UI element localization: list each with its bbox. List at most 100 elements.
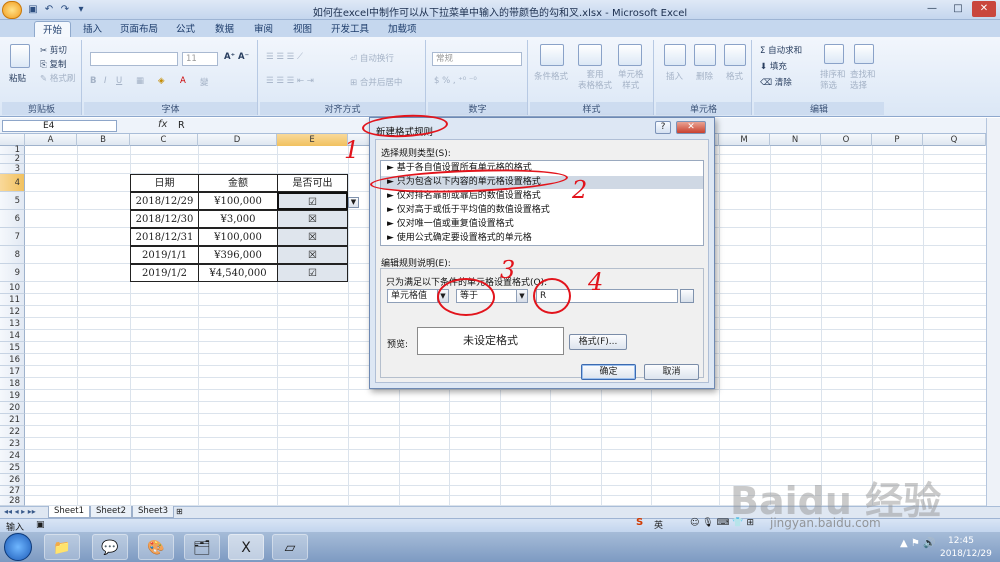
row-header-16[interactable]: 16 xyxy=(0,354,25,366)
table-cell[interactable]: 2019/1/2 xyxy=(130,264,199,282)
row-header-4[interactable]: 4 xyxy=(0,174,25,192)
tab-developer[interactable]: 开发工具 xyxy=(323,21,377,38)
tab-addins[interactable]: 加载项 xyxy=(380,21,425,38)
table-format-button[interactable]: 套用 表格格式 xyxy=(578,70,612,92)
row-header-17[interactable]: 17 xyxy=(0,366,25,378)
quick-access-menu-icon[interactable]: ▾ xyxy=(74,3,88,17)
dialog-help-button[interactable]: ? xyxy=(655,121,671,134)
row-header-5[interactable]: 5 xyxy=(0,192,25,210)
phonetic-icon[interactable]: 變 xyxy=(200,76,209,88)
tab-formulas[interactable]: 公式 xyxy=(168,21,203,38)
column-header-c[interactable]: C xyxy=(130,134,198,146)
row-header-3[interactable]: 3 xyxy=(0,164,25,174)
format-cells-button[interactable]: 格式 xyxy=(726,70,743,82)
table-cell[interactable]: 2019/1/1 xyxy=(130,246,199,264)
tab-view[interactable]: 视图 xyxy=(285,21,320,38)
grow-font-icon[interactable]: A⁺ A⁻ xyxy=(224,52,249,62)
table-cell[interactable]: ¥396,000 xyxy=(198,246,278,264)
sheet-tab-3[interactable]: Sheet3 xyxy=(132,506,174,518)
row-header-24[interactable]: 24 xyxy=(0,450,25,462)
row-header-22[interactable]: 22 xyxy=(0,426,25,438)
row-header-15[interactable]: 15 xyxy=(0,342,25,354)
cut-button[interactable]: ✂ 剪切 xyxy=(40,44,67,56)
header-can-out[interactable]: 是否可出 xyxy=(277,174,348,192)
sort-filter-button[interactable]: 排序和 筛选 xyxy=(820,70,846,92)
row-header-21[interactable]: 21 xyxy=(0,414,25,426)
macro-record-icon[interactable]: ▣ xyxy=(36,520,45,530)
row-header-18[interactable]: 18 xyxy=(0,378,25,390)
tab-home[interactable]: 开始 xyxy=(34,21,72,38)
insert-cells-button[interactable]: 插入 xyxy=(666,70,683,82)
table-cell[interactable]: ☒ xyxy=(277,210,348,228)
folder-icon[interactable]: 📁 xyxy=(44,534,80,560)
range-picker-icon[interactable] xyxy=(680,289,694,303)
sheet-tab-1[interactable]: Sheet1 xyxy=(48,506,90,518)
column-header-o[interactable]: O xyxy=(821,134,872,146)
row-header-26[interactable]: 26 xyxy=(0,474,25,486)
underline-button[interactable]: U xyxy=(116,76,122,86)
tab-insert[interactable]: 插入 xyxy=(75,21,110,38)
explorer-icon[interactable]: 🗂 xyxy=(184,534,220,560)
row-header-8[interactable]: 8 xyxy=(0,246,25,264)
column-header-d[interactable]: D xyxy=(198,134,277,146)
dialog-close-button[interactable]: ✕ xyxy=(676,121,706,134)
tab-review[interactable]: 审阅 xyxy=(246,21,281,38)
tab-page-layout[interactable]: 页面布局 xyxy=(112,21,166,38)
cell-styles-icon[interactable] xyxy=(618,44,642,66)
fill-button[interactable]: ⬇ 填充 xyxy=(760,60,787,72)
table-cell[interactable]: ¥100,000 xyxy=(198,192,278,210)
start-button[interactable] xyxy=(4,533,32,561)
insert-cells-icon[interactable] xyxy=(664,44,686,66)
wrap-text-button[interactable]: ⏎ 自动换行 xyxy=(350,52,394,64)
tray-icons[interactable]: ▲ ⚑ 🔊 xyxy=(900,538,935,549)
column-header-m[interactable]: M xyxy=(719,134,770,146)
column-header-n[interactable]: N xyxy=(770,134,821,146)
clear-button[interactable]: ⌫ 清除 xyxy=(760,76,792,88)
rule-type-item[interactable]: ► 仅对高于或低于平均值的数值设置格式 xyxy=(381,204,703,217)
format-cells-icon[interactable] xyxy=(724,44,746,66)
table-cell[interactable]: 2018/12/30 xyxy=(130,210,199,228)
copy-button[interactable]: ⎘ 复制 xyxy=(40,58,67,70)
table-cell-selected[interactable]: ☑ xyxy=(277,192,348,210)
delete-cells-button[interactable]: 删除 xyxy=(696,70,713,82)
dropdown-arrow-icon[interactable]: ▼ xyxy=(348,197,359,208)
sheet-tab-2[interactable]: Sheet2 xyxy=(90,506,132,518)
table-cell[interactable]: ¥4,540,000 xyxy=(198,264,278,282)
header-amount[interactable]: 金额 xyxy=(198,174,278,192)
undo-icon[interactable]: ↶ xyxy=(42,3,56,17)
italic-button[interactable]: I xyxy=(104,76,107,86)
align-top-icons[interactable]: ☰ ☰ ☰ ⟋ xyxy=(266,52,303,62)
column-header-a[interactable]: A xyxy=(25,134,77,146)
table-cell[interactable]: ☑ xyxy=(277,264,348,282)
row-header-7[interactable]: 7 xyxy=(0,228,25,246)
row-header-12[interactable]: 12 xyxy=(0,306,25,318)
delete-cells-icon[interactable] xyxy=(694,44,716,66)
table-cell[interactable]: ¥3,000 xyxy=(198,210,278,228)
tab-data[interactable]: 数据 xyxy=(207,21,242,38)
paint-icon[interactable]: 🎨 xyxy=(138,534,174,560)
fill-color-icon[interactable]: ◈ xyxy=(158,76,165,86)
font-color-icon[interactable]: A xyxy=(180,76,186,86)
app-icon[interactable]: ▱ xyxy=(272,534,308,560)
paste-icon[interactable] xyxy=(10,44,30,68)
maximize-button[interactable]: □ xyxy=(946,1,970,17)
table-cell[interactable]: 2018/12/31 xyxy=(130,228,199,246)
row-header-23[interactable]: 23 xyxy=(0,438,25,450)
cancel-button[interactable]: 取消 xyxy=(644,364,699,380)
rule-type-item[interactable]: ► 使用公式确定要设置格式的单元格 xyxy=(381,232,703,245)
ime-language[interactable]: 英 xyxy=(654,518,663,531)
name-box[interactable]: E4 xyxy=(2,120,117,132)
font-name-select[interactable] xyxy=(90,52,178,66)
merge-center-button[interactable]: ⊞ 合并后居中 xyxy=(350,76,402,88)
autosum-button[interactable]: Σ 自动求和 xyxy=(760,44,802,56)
row-header-2[interactable]: 2 xyxy=(0,155,25,164)
table-cell[interactable]: ☒ xyxy=(277,228,348,246)
conditional-format-button[interactable]: 条件格式 xyxy=(534,70,568,82)
minimize-button[interactable]: — xyxy=(920,1,944,17)
row-header-10[interactable]: 10 xyxy=(0,282,25,294)
table-cell[interactable]: 2018/12/29 xyxy=(130,192,199,210)
format-painter-button[interactable]: ✎ 格式刷 xyxy=(40,72,75,84)
format-button[interactable]: 格式(F)... xyxy=(569,334,627,350)
ime-icon[interactable]: S xyxy=(636,517,643,528)
border-icon[interactable]: ▦ xyxy=(136,76,144,86)
